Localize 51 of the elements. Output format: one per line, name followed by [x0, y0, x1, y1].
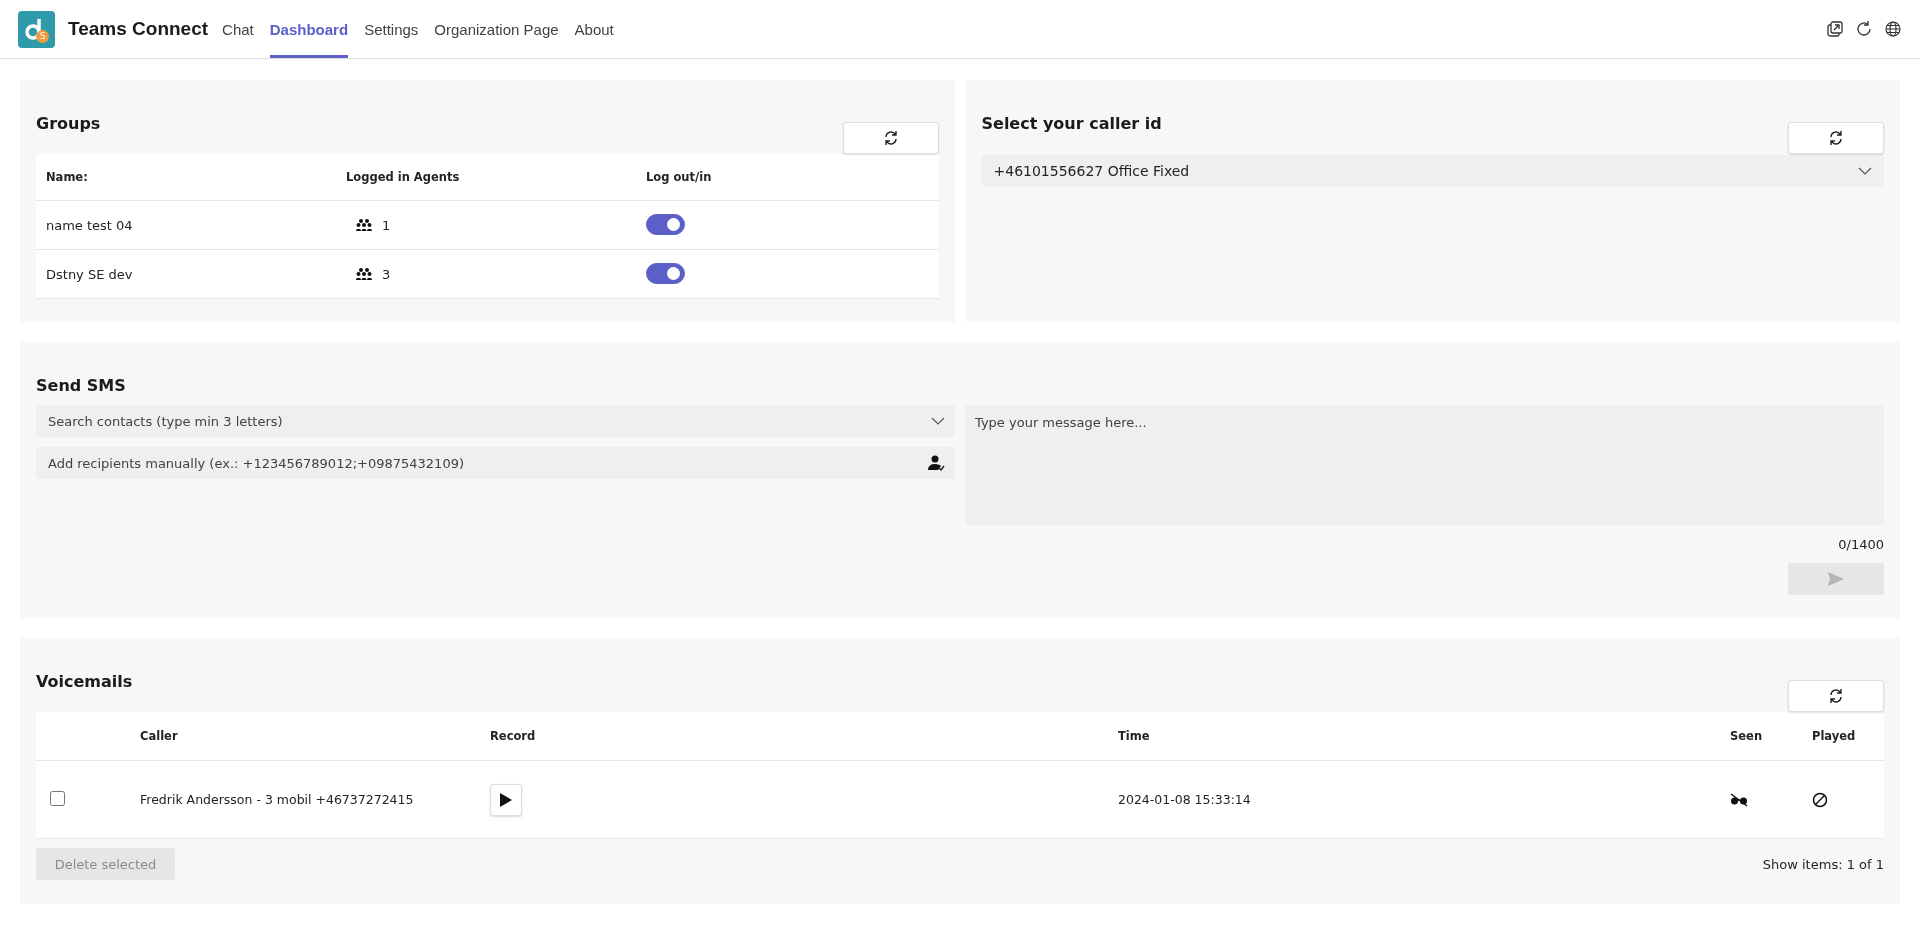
column-header: Name: [46, 170, 89, 184]
nav-tab[interactable]: About [574, 0, 614, 58]
section-title: Select your caller id [981, 114, 1162, 133]
app-title: Teams Connect [68, 18, 209, 40]
people-icon [356, 267, 372, 281]
column-header: Seen [1730, 729, 1764, 743]
nav-tab[interactable]: Organization Page [434, 0, 559, 58]
refresh-icon [1827, 687, 1845, 705]
letter-d-icon [23, 17, 44, 41]
play-button[interactable] [490, 783, 522, 816]
refresh-icon [1827, 129, 1845, 147]
section-title: Groups [36, 114, 101, 133]
play-icon [499, 791, 513, 808]
table-cell-text: 2024-01-08 15:33:14 [1118, 792, 1252, 807]
nav-tab[interactable]: Settings [364, 0, 419, 58]
globe-icon[interactable] [1884, 20, 1902, 38]
log-toggle[interactable] [646, 213, 685, 235]
message-field[interactable]: Type your message here... [965, 405, 1884, 525]
nav-tab[interactable]: Dashboard [269, 0, 349, 58]
chevron-down-icon [1858, 167, 1872, 175]
section-title: Voicemails [36, 672, 133, 691]
agent-count: 3 [382, 266, 391, 282]
refresh-button[interactable] [1788, 122, 1884, 154]
chevron-down-icon [931, 417, 945, 425]
agent-count: 1 [382, 217, 391, 233]
column-header: Caller [140, 729, 179, 743]
contact-add-icon [927, 455, 945, 471]
people-icon [356, 218, 372, 232]
reload-icon[interactable] [1855, 20, 1873, 38]
table-cell-text: Dstny SE dev [46, 266, 134, 282]
recipients-field[interactable]: Add recipients manually (ex.: +123456789012;+09875432109) [36, 447, 955, 479]
logo-badge: S [36, 29, 49, 43]
section-title: Send SMS [36, 376, 126, 395]
send-icon [1827, 571, 1845, 587]
refresh-button[interactable] [1788, 680, 1884, 712]
character-counter: 0/1400 [1838, 537, 1884, 552]
popout-icon[interactable] [1826, 20, 1844, 38]
caller-id-dropdown[interactable]: +46101556627 Office Fixed [981, 155, 1884, 187]
contacts-search-field[interactable]: Search contacts (type min 3 letters) [36, 405, 955, 437]
column-header: Record [490, 729, 537, 743]
table-cell-text: Fredrik Andersson - 3 mobil +46737272415 [140, 792, 415, 807]
column-header: Log out/in [646, 170, 713, 184]
nav-tab[interactable]: Chat [222, 0, 254, 58]
column-header: Time [1118, 729, 1151, 743]
pagination-text: Show items: 1 of 1 [1762, 856, 1884, 872]
refresh-button[interactable] [842, 122, 939, 154]
column-header: Logged in Agents [346, 170, 461, 184]
row-checkbox[interactable] [50, 790, 65, 806]
log-toggle[interactable] [646, 262, 685, 284]
column-header: Played [1812, 729, 1857, 743]
table-cell-text: name test 04 [46, 217, 134, 233]
